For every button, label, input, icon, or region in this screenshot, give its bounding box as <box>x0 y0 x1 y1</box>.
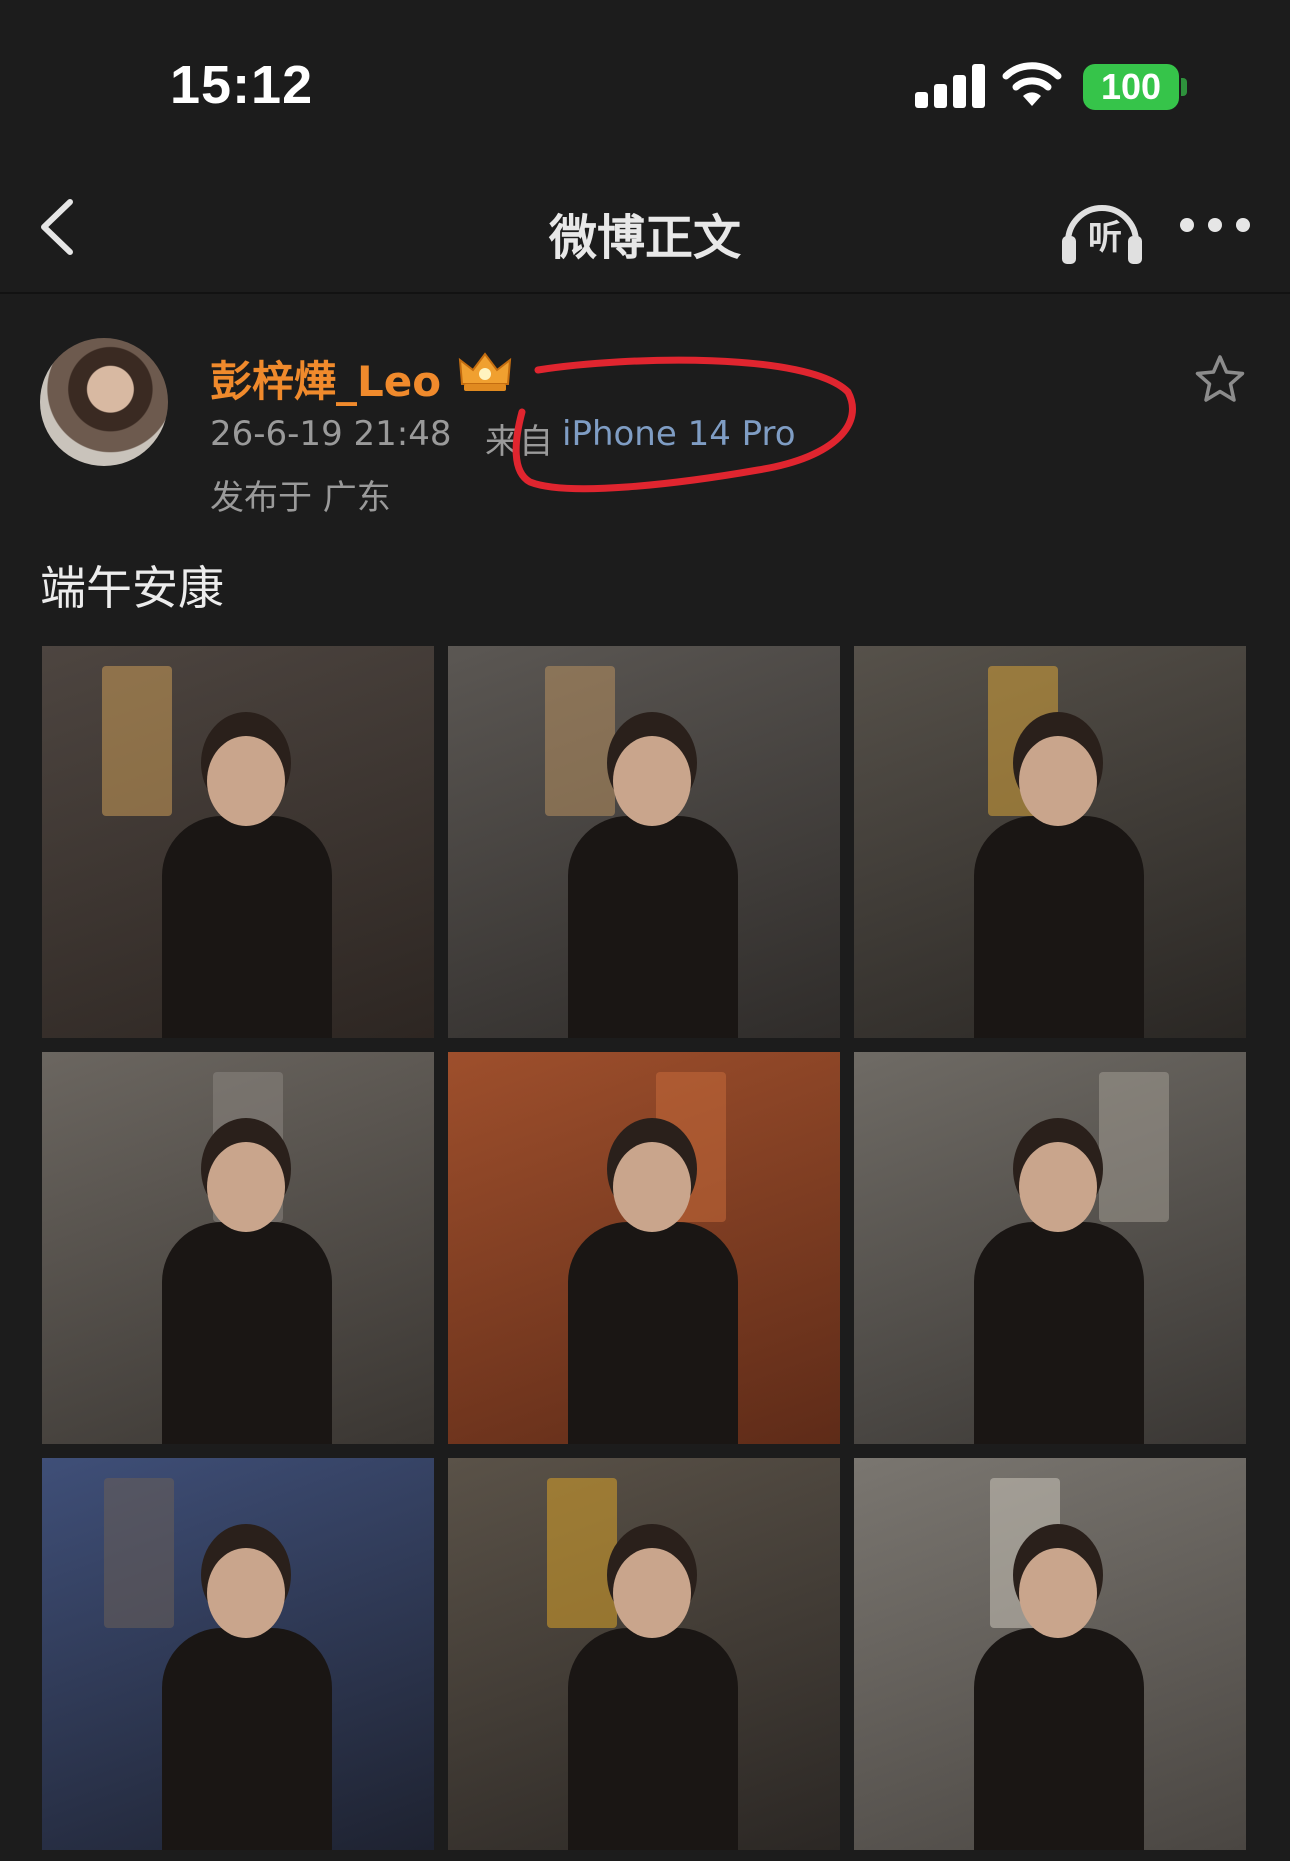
photo-4[interactable] <box>42 1052 434 1444</box>
star-icon[interactable] <box>1192 352 1248 408</box>
author-name[interactable]: 彭梓燁_Leo <box>210 348 441 409</box>
photo-person-head <box>207 1548 285 1638</box>
photo-person-head <box>613 736 691 826</box>
photo-person <box>162 1628 332 1850</box>
wifi-icon <box>1002 62 1062 106</box>
photo-person-head <box>1019 1142 1097 1232</box>
post-location: 发布于 广东 <box>210 478 391 518</box>
nav-bar: 微博正文 听 <box>0 170 1290 294</box>
avatar[interactable] <box>40 338 168 466</box>
photo-person <box>568 1628 738 1850</box>
photo-person <box>162 816 332 1038</box>
crown-badge-icon[interactable] <box>456 348 514 394</box>
photo-9[interactable] <box>854 1458 1246 1850</box>
ellipsis-icon[interactable] <box>1180 218 1252 238</box>
photo-1[interactable] <box>42 646 434 1038</box>
photo-7[interactable] <box>42 1458 434 1850</box>
photo-8[interactable] <box>448 1458 840 1850</box>
photo-grid <box>42 646 1246 1850</box>
photo-person <box>568 816 738 1038</box>
photo-person-head <box>613 1548 691 1638</box>
photo-person <box>162 1222 332 1444</box>
photo-person <box>568 1222 738 1444</box>
photo-person <box>974 816 1144 1038</box>
battery-indicator: 100 <box>1083 64 1179 110</box>
photo-3[interactable] <box>854 646 1246 1038</box>
photo-person <box>974 1222 1144 1444</box>
battery-tip <box>1181 78 1187 96</box>
photo-person <box>974 1628 1144 1850</box>
photo-background-accent <box>1099 1072 1169 1222</box>
photo-background-accent <box>547 1478 617 1628</box>
listen-label[interactable]: 听 <box>1088 210 1122 259</box>
photo-person-head <box>1019 736 1097 826</box>
photo-background-accent <box>102 666 172 816</box>
photo-background-accent <box>104 1478 174 1628</box>
cellular-signal-icon <box>915 62 985 108</box>
photo-background-accent <box>545 666 615 816</box>
post-text: 端午安康 <box>40 561 224 615</box>
red-circle-annotation <box>512 356 856 493</box>
post-time: 26-6-19 21:48 <box>210 414 452 454</box>
photo-person-head <box>613 1142 691 1232</box>
photo-5[interactable] <box>448 1052 840 1444</box>
photo-person-head <box>207 1142 285 1232</box>
photo-person-head <box>1019 1548 1097 1638</box>
photo-2[interactable] <box>448 646 840 1038</box>
photo-6[interactable] <box>854 1052 1246 1444</box>
status-time: 15:12 <box>170 55 314 115</box>
status-bar: 15:12 100 <box>0 0 1290 170</box>
photo-person-head <box>207 736 285 826</box>
